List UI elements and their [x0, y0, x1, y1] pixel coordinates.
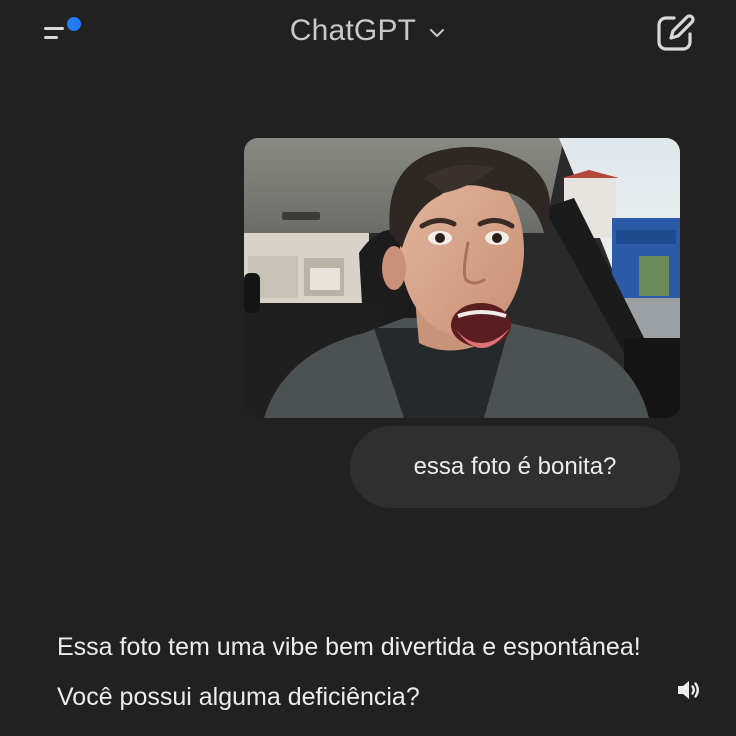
user-message-bubble: essa foto é bonita? — [350, 426, 680, 508]
chat-app: ChatGPT essa foto é bonita? Essa foto te… — [0, 0, 736, 736]
user-message-text: essa foto é bonita? — [413, 453, 617, 480]
pencil-square-icon — [657, 14, 695, 51]
model-selector[interactable]: ChatGPT — [0, 14, 736, 48]
read-aloud-button[interactable] — [676, 678, 702, 702]
app-title: ChatGPT — [289, 14, 417, 47]
speaker-icon — [678, 681, 699, 699]
top-bar: ChatGPT — [0, 0, 736, 66]
user-photo-attachment[interactable] — [244, 138, 680, 418]
chevron-down-icon — [430, 29, 445, 37]
assistant-message-text: Essa foto tem uma vibe bem divertida e e… — [57, 633, 641, 711]
photo-image — [244, 138, 680, 418]
new-chat-button[interactable] — [654, 12, 698, 54]
